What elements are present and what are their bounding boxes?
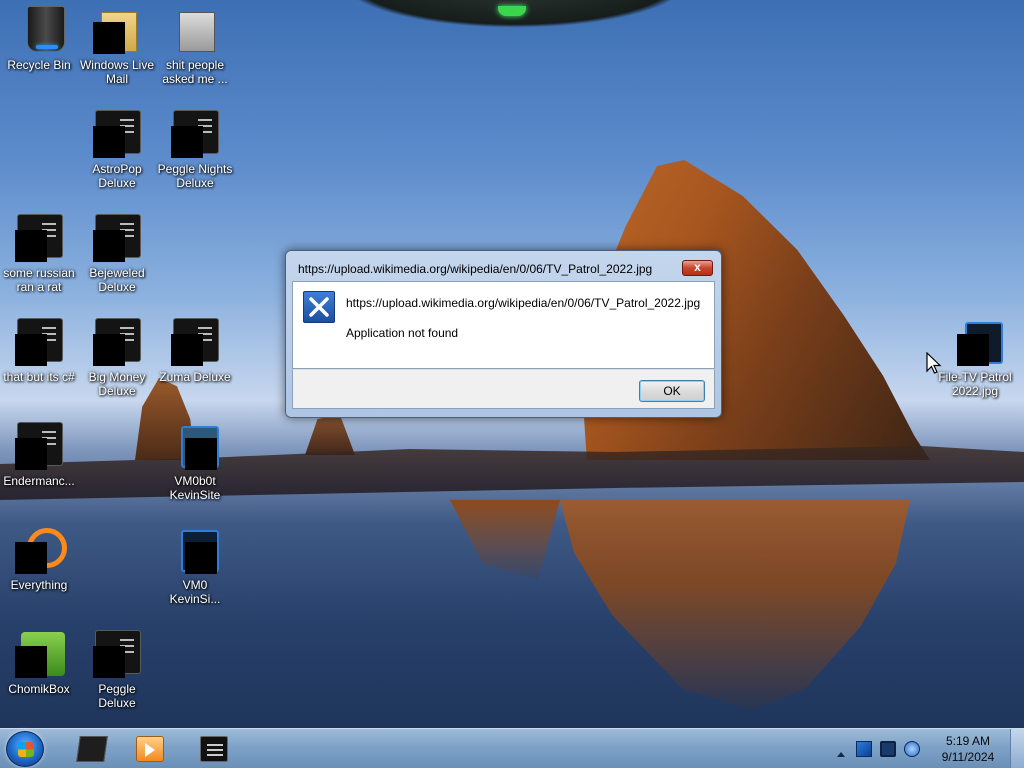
desktop-icon-endermanch[interactable]: Endermanc... <box>0 416 78 512</box>
dialog-title: https://upload.wikimedia.org/wikipedia/e… <box>298 262 653 276</box>
icon-overlay <box>15 438 47 470</box>
desktop-icon-label: some russian ran a rat <box>3 266 75 294</box>
clock-date: 9/11/2024 <box>941 750 995 764</box>
icon-overlay <box>93 22 125 54</box>
desktop-icon-recycle-bin[interactable]: Recycle Bin <box>0 0 78 96</box>
desktop-icon-that-but-csharp[interactable]: that but its c# <box>0 312 78 408</box>
chevron-up-icon <box>837 752 845 757</box>
clock-time: 5:19 AM <box>945 734 991 748</box>
media-player-icon <box>136 736 164 762</box>
icon-overlay <box>171 126 203 158</box>
icon-overlay <box>15 542 47 574</box>
desktop-icon-label: Bejeweled Deluxe <box>89 266 145 294</box>
recycle-bin-icon <box>27 6 65 52</box>
icon-overlay <box>15 334 47 366</box>
desktop-icon-label: VM0 KevinSi... <box>169 578 221 606</box>
desktop-icon-astropop[interactable]: AstroPop Deluxe <box>78 104 156 200</box>
desktop-icon-big-money[interactable]: Big Money Deluxe <box>78 312 156 408</box>
icon-overlay <box>15 230 47 262</box>
desktop-icon-label: Everything <box>10 578 68 592</box>
desktop-icon-windows-live-mail[interactable]: Windows Live Mail <box>78 0 156 96</box>
desktop-icon-label: Windows Live Mail <box>79 58 155 86</box>
desktop-icon-label: Endermanc... <box>3 474 75 488</box>
mouse-cursor-icon <box>926 351 942 381</box>
desktop-icon-label: AstroPop Deluxe <box>92 162 142 190</box>
icon-overlay <box>93 334 125 366</box>
icon-overlay <box>15 646 47 678</box>
desktop-icon-some-russian[interactable]: some russian ran a rat <box>0 208 78 304</box>
file-icon <box>179 12 215 52</box>
icon-overlay <box>93 646 125 678</box>
dialog-body: https://upload.wikimedia.org/wikipedia/e… <box>292 281 715 369</box>
desktop-icon-everything[interactable]: Everything <box>0 520 78 616</box>
taskbar-explorer-button[interactable] <box>64 731 120 767</box>
clock[interactable]: 5:19 AM 9/11/2024 <box>928 733 1008 765</box>
icon-overlay <box>185 438 217 470</box>
wallpaper-reflection <box>560 500 910 710</box>
app-window-icon <box>200 736 228 762</box>
desktop-icon-label: Big Money Deluxe <box>88 370 146 398</box>
desktop-icon-bejeweled[interactable]: Bejeweled Deluxe <box>78 208 156 304</box>
icon-overlay <box>93 126 125 158</box>
desktop-icon-folder[interactable]: shit people asked me ... <box>156 0 234 96</box>
desktop-icon-label: Peggle Nights Deluxe <box>157 162 233 190</box>
error-dialog: https://upload.wikimedia.org/wikipedia/e… <box>285 250 722 418</box>
dialog-message-url: https://upload.wikimedia.org/wikipedia/e… <box>346 296 701 310</box>
start-button[interactable] <box>6 731 44 767</box>
wallpaper-reflection <box>450 500 560 580</box>
wallpaper-rock-small <box>305 415 355 455</box>
desktop-icon-tv-patrol-file[interactable]: File-TV Patrol 2022.jpg <box>936 312 1014 408</box>
desktop-icon-label: Zuma Deluxe <box>159 370 231 384</box>
monitor-icon[interactable] <box>880 741 896 757</box>
folder-icon <box>76 736 108 762</box>
dialog-message: Application not found <box>346 326 459 340</box>
desktop-icon-peggle[interactable]: Peggle Deluxe <box>78 624 156 720</box>
desktop-icon-label: Peggle Deluxe <box>98 682 136 710</box>
desktop-icon-vm0[interactable]: VM0 KevinSi... <box>156 520 234 616</box>
desktop-icon-label: VM0b0t KevinSite <box>169 474 221 502</box>
windows-logo-icon <box>18 742 34 757</box>
desktop-icon-label: Recycle Bin <box>7 58 71 72</box>
desktop-icon-vm0b0t[interactable]: VM0b0t KevinSite <box>156 416 234 512</box>
taskbar-media-player-button[interactable] <box>122 731 178 767</box>
icon-overlay <box>93 230 125 262</box>
system-tray: 5:19 AM 9/11/2024 <box>834 729 1024 768</box>
action-center-icon[interactable] <box>856 741 872 757</box>
show-hidden-icons-button[interactable] <box>834 737 848 761</box>
icon-overlay <box>957 334 989 366</box>
close-button[interactable]: x <box>682 260 713 276</box>
taskbar: 5:19 AM 9/11/2024 <box>0 728 1024 768</box>
gadget-indicator-icon <box>498 6 526 16</box>
desktop-icon-chomikbox[interactable]: ChomikBox <box>0 624 78 720</box>
icon-overlay <box>185 542 217 574</box>
taskbar-app-button[interactable] <box>186 731 242 767</box>
network-icon[interactable] <box>904 741 920 757</box>
desktop-icon-label: File-TV Patrol 2022.jpg <box>938 370 1012 398</box>
dialog-footer: OK <box>292 369 715 409</box>
desktop-icon-peggle-nights[interactable]: Peggle Nights Deluxe <box>156 104 234 200</box>
ok-button[interactable]: OK <box>639 380 705 402</box>
show-desktop-button[interactable] <box>1010 729 1024 768</box>
desktop-icon-label: shit people asked me ... <box>162 58 228 86</box>
desktop-icon-label: ChomikBox <box>8 682 70 696</box>
desktop-icon-label: that but its c# <box>3 370 75 384</box>
desktop-icon-zuma[interactable]: Zuma Deluxe <box>156 312 234 408</box>
icon-overlay <box>171 334 203 366</box>
error-x-icon <box>303 291 335 323</box>
